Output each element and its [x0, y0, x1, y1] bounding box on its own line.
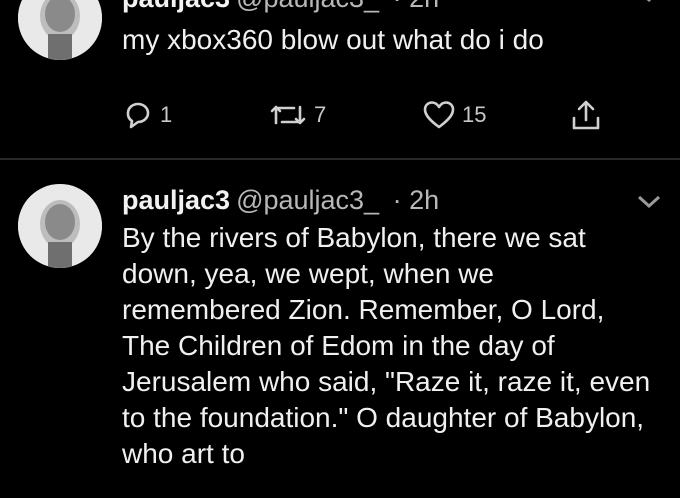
retweet-button[interactable]: 7	[268, 98, 326, 132]
avatar-image	[18, 184, 102, 268]
share-button[interactable]	[570, 98, 602, 132]
user-handle[interactable]: @pauljac3_	[236, 185, 379, 215]
tweet-text: By the rivers of Babylon, there we sat d…	[122, 222, 651, 469]
timestamp[interactable]: · 2h	[393, 0, 440, 13]
reply-count: 1	[160, 102, 173, 127]
reply-button[interactable]: 1	[122, 98, 172, 132]
tweet[interactable]: pauljac3 @pauljac3_ · 2h By the rivers of…	[0, 162, 680, 498]
tweet-header: pauljac3 @pauljac3_ · 2h	[122, 0, 439, 14]
reply-icon	[126, 102, 150, 129]
user-handle[interactable]: @pauljac3_	[236, 0, 379, 13]
like-count: 15	[462, 102, 487, 127]
avatar[interactable]	[18, 0, 102, 60]
tweet-text: my xbox360 blow out what do i do	[122, 24, 544, 55]
display-name[interactable]: pauljac3	[122, 185, 230, 215]
like-button[interactable]: 15	[422, 98, 486, 132]
chevron-down-icon[interactable]	[636, 192, 662, 212]
tweet-divider	[0, 158, 680, 160]
timeline-feed: pauljac3@pauljac3_ · 2h my xbox360 blow …	[0, 0, 680, 498]
share-icon	[572, 100, 600, 130]
chevron-down-icon[interactable]	[636, 0, 662, 6]
display-name[interactable]: pauljac3	[122, 0, 230, 13]
retweet-count: 7	[314, 102, 327, 127]
tweet-header: pauljac3@pauljac3_ · 2h	[122, 184, 439, 216]
heart-icon	[423, 101, 455, 129]
avatar[interactable]	[18, 184, 102, 268]
retweet-icon	[270, 105, 306, 125]
avatar-image	[18, 0, 102, 60]
tweet[interactable]: pauljac3 @pauljac3_ · 2h my xbox360 blow …	[0, 0, 680, 158]
tweet-actions: 1 7 15	[122, 98, 642, 134]
timestamp[interactable]: · 2h	[393, 185, 440, 215]
